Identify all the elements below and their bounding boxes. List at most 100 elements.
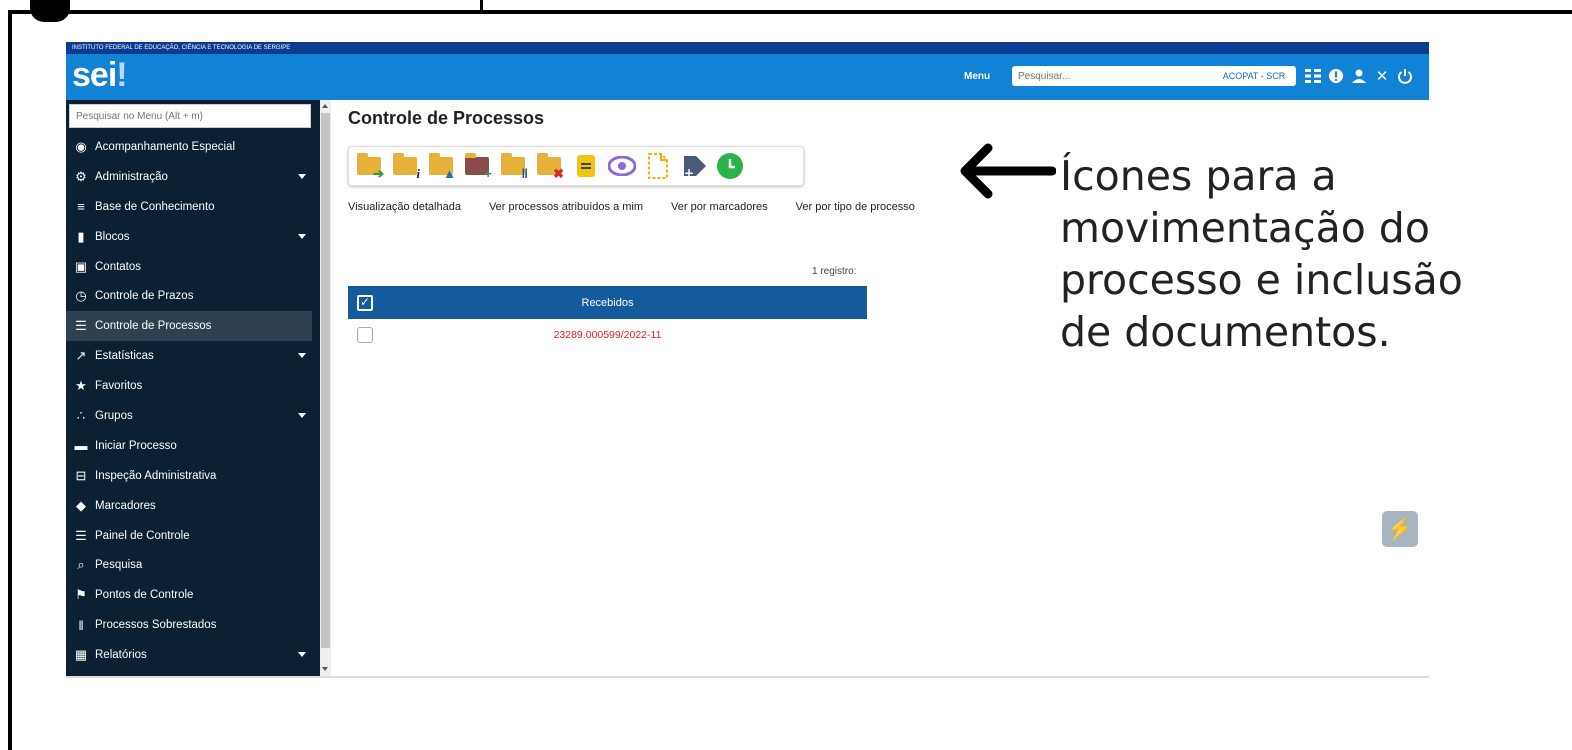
frame-corner-mark [30,0,70,22]
sidebar-item[interactable]: ▮ Blocos [66,222,312,252]
sei-logo[interactable]: sei! [72,56,128,95]
unit-selector-button[interactable]: ACOPAT - SCR [1212,66,1296,86]
tools-icon[interactable]: ✕ [1374,68,1390,85]
sidebar-item[interactable]: ◷ Controle de Prazos [66,281,312,311]
table-icon: ▦ [74,647,88,663]
sidebar-item-label: Controle de Prazos [95,290,194,303]
sidebar-item[interactable]: ⚑ Pontos de Controle [66,580,312,610]
view-link[interactable]: Ver por tipo de processo [796,201,915,213]
sidebar-item[interactable]: ↗ Estatísticas [66,341,312,371]
caret-down-icon[interactable] [298,652,306,658]
sidebar-item[interactable]: ☰ Painel de Controle [66,521,312,551]
view-link[interactable]: Ver por marcadores [671,201,768,213]
sidebar-item[interactable]: ‖ Processos Sobrestados [66,610,312,640]
sidebar-scrollbar[interactable] [320,100,331,676]
menu-search-input[interactable] [69,104,311,128]
annotation-line: movimentação do [1060,204,1430,252]
clock-icon: ◷ [75,288,87,304]
annotation-line: de documentos. [1060,308,1391,356]
sidebar-item-label: Pontos de Controle [95,589,194,602]
search-input[interactable] [1012,66,1242,87]
page-title: Controle de Processos [348,108,545,128]
sidebar-item[interactable]: ⊟ Inspeção Administrativa [66,461,312,491]
sidebar-menu: ◉ Acompanhamento Especial ⚙ Administração ≡ B… [66,100,320,676]
pause-icon: ‖ [78,617,84,633]
alert-icon[interactable] [1328,68,1344,84]
caret-down-icon[interactable] [298,173,306,179]
sidebar-item-label: Contatos [95,260,142,273]
table-row: 23289.000599/2022-11 [348,319,867,351]
sidebar-item-label: Controle de Processos [95,320,212,333]
sidebar-item[interactable]: ⌕ Pesquisa [66,550,312,580]
annotation-icon[interactable] [571,151,600,181]
sidebar-item-label: Pesquisa [95,559,143,572]
menu-list: ◉ Acompanhamento Especial ⚙ Administração ≡ B… [66,132,312,670]
floating-action-button[interactable]: ⚡ [1382,511,1418,547]
tag-icon: ◆ [76,497,86,513]
sidebar-item[interactable]: ▣ Contatos [66,252,312,282]
logo-text: sei [72,56,117,94]
view-link[interactable]: Visualização detalhada [348,201,461,213]
power-icon[interactable] [1397,68,1413,84]
gears-icon: ⚙ [75,168,87,184]
sidebar-item-label: Marcadores [95,499,156,512]
scroll-down-icon[interactable] [322,667,328,671]
sidebar-item[interactable]: ◆ Marcadores [66,491,312,521]
sidebar-item-label: Processos Sobrestados [95,619,217,632]
view-options: Visualização detalhada Ver processos atri… [348,201,943,213]
grid-icon[interactable] [1305,68,1321,84]
sidebar-item-label: Relatórios [95,649,147,662]
add-to-block-icon[interactable]: + [463,151,492,181]
user-icon[interactable] [1351,68,1367,84]
sidebar-item[interactable]: ▦ Relatórios [66,640,312,670]
sidebar-item-label: Acompanhamento Especial [95,140,235,153]
deadline-clock-icon[interactable] [715,151,744,181]
caret-down-icon[interactable] [298,353,306,359]
sidebar-item-label: Estatísticas [95,350,154,363]
sidebar-item[interactable]: ▬ Iniciar Processo [66,431,312,461]
header-icons: ✕ [1305,64,1413,88]
sei-window: INSTITUTO FEDERAL DE EDUCAÇÃO, CIÊNCIA E… [66,42,1429,678]
process-action-toolbar: ➔ i ▲ + ‖ ✖ + [348,146,804,186]
institution-bar: INSTITUTO FEDERAL DE EDUCAÇÃO, CIÊNCIA E… [66,42,1429,54]
sidebar-item-label: Iniciar Processo [95,439,177,452]
sidebar-item[interactable]: ≡ Base de Conhecimento [66,192,312,222]
caret-down-icon[interactable] [298,233,306,239]
scrollbar-thumb[interactable] [321,113,330,648]
sidebar-item-label: Inspeção Administrativa [95,469,217,482]
search-icon: ⌕ [77,557,85,573]
annotation-text: Ícones para a movimentação do processo e… [1060,150,1560,358]
sidebar-item-label: Painel de Controle [95,529,190,542]
sidebar-item[interactable]: ☰ Controle de Processos [66,311,312,342]
menu-link[interactable]: Menu [964,71,990,82]
group-icon: ∴ [76,407,86,423]
suspend-process-icon[interactable]: ‖ [499,151,528,181]
process-number-link[interactable]: 23289.000599/2022-11 [348,329,867,341]
table-header: ✓ Recebidos [348,286,867,319]
top-header: sei! Menu ⌕ ACOPAT - SCR ✕ [66,54,1429,100]
sidebar-item[interactable]: ★ Favoritos [66,371,312,401]
sidebar-item[interactable]: ⚙ Administração [66,162,312,192]
sidebar-item-label: Grupos [95,409,133,422]
chart-icon: ↗ [75,348,87,364]
view-link[interactable]: Ver processos atribuídos a mim [489,201,643,213]
arrow-left-icon [960,143,1056,199]
database-icon: ≡ [77,199,85,215]
conclude-process-icon[interactable]: ✖ [535,151,564,181]
process-table: ✓ Recebidos 23289.000599/2022-11 [348,286,867,351]
add-marker-icon[interactable]: + [679,151,708,181]
svg-text:+: + [684,166,694,179]
logo-bang: ! [116,56,127,94]
view-icon[interactable] [607,151,636,181]
new-document-icon[interactable] [643,151,672,181]
books-icon: ▮ [77,228,85,244]
assign-process-icon[interactable]: ▲ [427,151,456,181]
folder-icon: ▬ [74,438,88,454]
scroll-up-icon[interactable] [322,104,328,108]
process-info-icon[interactable]: i [391,151,420,181]
sidebar-item[interactable]: ∴ Grupos [66,401,312,431]
send-process-icon[interactable]: ➔ [355,151,384,181]
sidebar-item[interactable]: ◉ Acompanhamento Especial [66,132,312,162]
caret-down-icon[interactable] [298,413,306,419]
star-icon: ★ [75,378,87,394]
